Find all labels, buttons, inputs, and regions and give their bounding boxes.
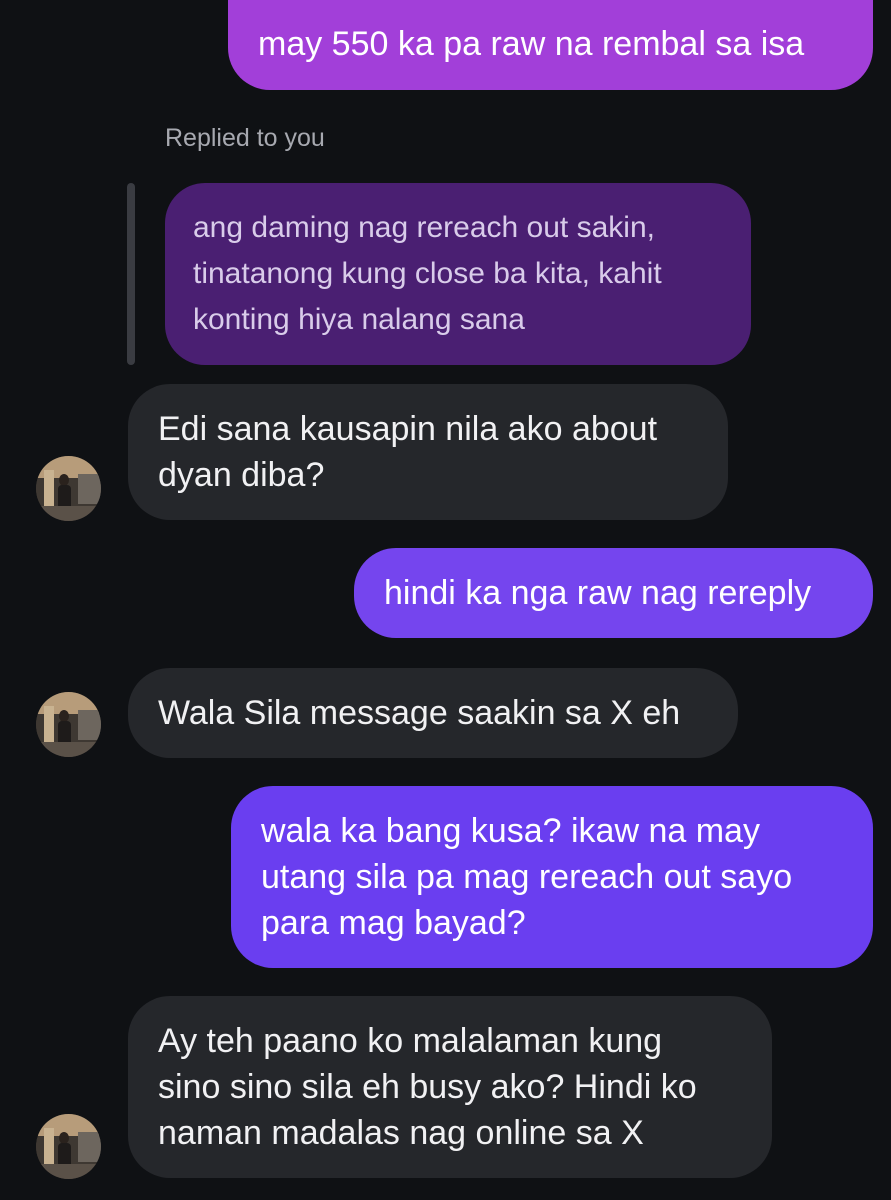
avatar-photo-icon [36,1114,101,1179]
reply-indicator-bar [127,183,135,365]
quoted-message[interactable]: ang daming nag rereach out sakin, tinata… [165,183,751,365]
contact-avatar[interactable] [36,456,101,521]
outgoing-message[interactable]: may 550 ka pa raw na rembal sa isa [228,0,873,90]
contact-avatar[interactable] [36,1114,101,1179]
incoming-message[interactable]: Edi sana kausapin nila ako about dyan di… [128,384,728,520]
replied-to-label: Replied to you [165,124,325,152]
message-text: Ay teh paano ko malalaman kung sino sino… [158,1022,697,1152]
avatar-photo-icon [36,456,101,521]
message-text: wala ka bang kusa? ikaw na may utang sil… [261,812,793,942]
contact-avatar[interactable] [36,692,101,757]
outgoing-message[interactable]: hindi ka nga raw nag rereply [354,548,873,638]
message-text: hindi ka nga raw nag rereply [384,574,812,612]
incoming-message[interactable]: Wala Sila message saakin sa X eh [128,668,738,758]
message-text: Wala Sila message saakin sa X eh [158,694,681,732]
incoming-message[interactable]: Ay teh paano ko malalaman kung sino sino… [128,996,772,1178]
avatar-photo-icon [36,692,101,757]
outgoing-message[interactable]: wala ka bang kusa? ikaw na may utang sil… [231,786,873,968]
message-text: may 550 ka pa raw na rembal sa isa [258,25,805,63]
message-text: Edi sana kausapin nila ako about dyan di… [158,410,658,494]
